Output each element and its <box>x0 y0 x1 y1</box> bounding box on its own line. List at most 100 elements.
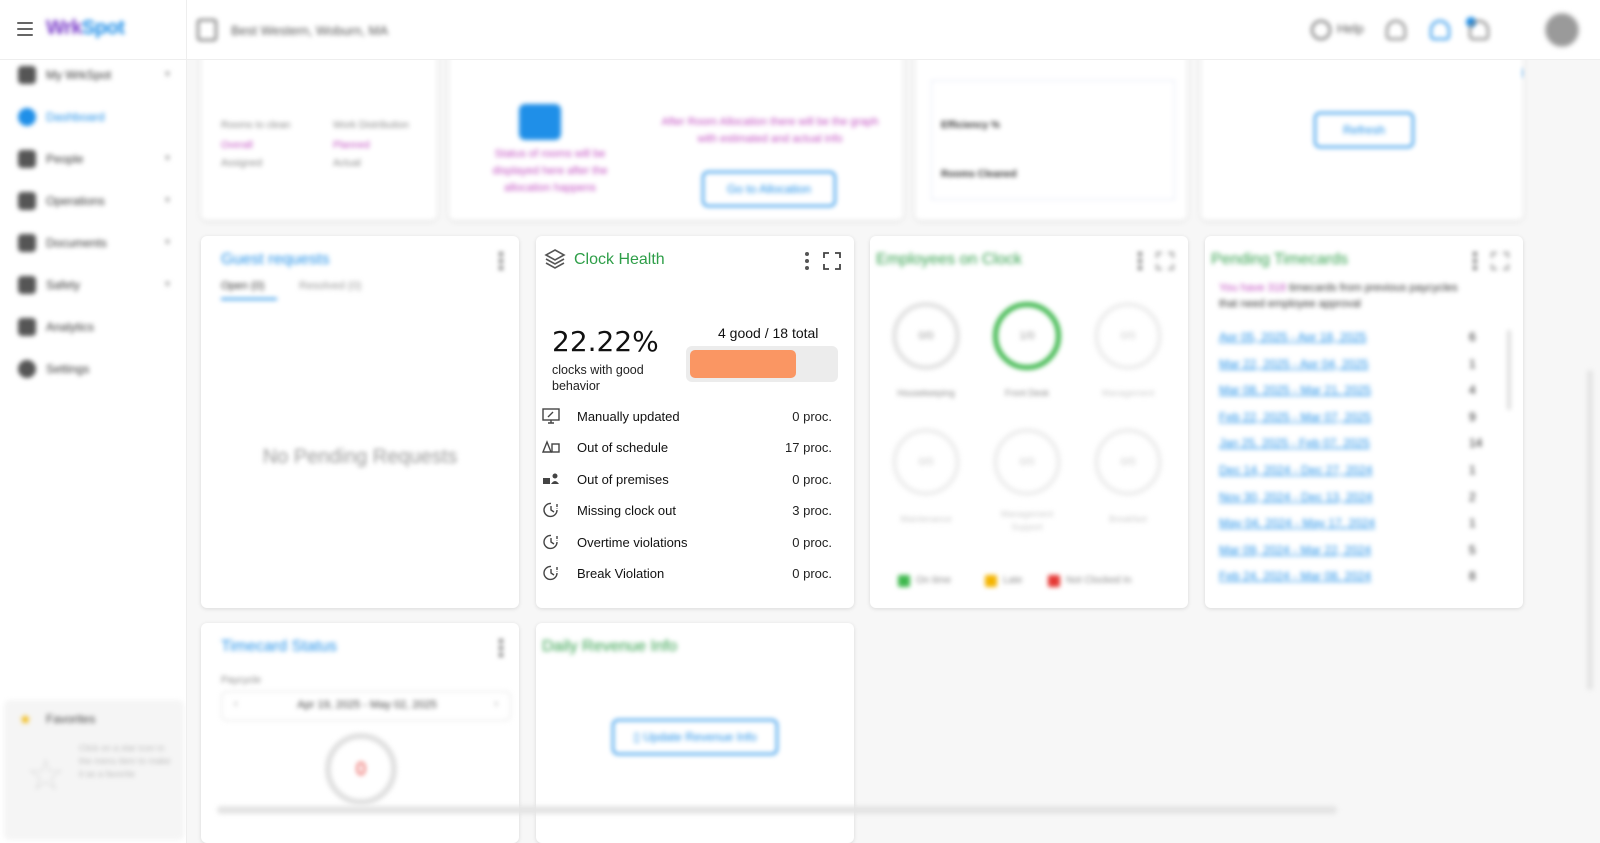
department-donut[interactable]: 0/0 <box>993 428 1061 496</box>
department-label: Maintenance <box>900 514 952 524</box>
sidebar-item-safety[interactable]: Safety ▾ <box>14 270 174 300</box>
star-icon: ★ <box>19 711 32 727</box>
overall-label: Overall <box>221 140 253 151</box>
rooms-card: Rooms to clean Overall Assigned Work Dis… <box>201 60 437 220</box>
metric-label: Manually updated <box>577 409 680 424</box>
metric-label: Missing clock out <box>577 503 676 518</box>
timecard-period-link[interactable]: Apr 05, 2025 - Apr 18, 2025 <box>1219 330 1366 344</box>
efficiency-card: Efficiency % Rooms Cleaned <box>915 60 1187 220</box>
paycycle-selector[interactable]: ‹ Apr 19, 2025 - May 02, 2025 › <box>221 691 511 721</box>
tab-open[interactable]: Open (0) <box>221 280 264 292</box>
metric-row[interactable]: Missing clock out 3 proc. <box>542 499 832 521</box>
department-donut[interactable]: 0/0 <box>1094 302 1162 370</box>
layers-icon <box>544 249 566 269</box>
menu-icon[interactable] <box>17 22 33 36</box>
sidebar-item-label: Documents <box>46 236 107 250</box>
sidebar-item-label: People <box>46 152 84 166</box>
divider <box>186 0 187 60</box>
dashboard-area: Rooms to clean Overall Assigned Work Dis… <box>187 60 1600 843</box>
expand-icon[interactable] <box>1156 252 1174 270</box>
document-icon: ▯ <box>633 730 644 744</box>
sidebar-item-dashboard[interactable]: Dashboard <box>14 102 174 132</box>
sidebar-item-settings[interactable]: Settings <box>14 354 174 384</box>
vertical-scrollbar[interactable] <box>1587 370 1593 690</box>
more-options-icon[interactable] <box>499 252 503 270</box>
help-link[interactable]: Help <box>1337 21 1364 36</box>
guest-requests-card: Guest requests Open (0) Resolved (0) No … <box>201 236 519 608</box>
department-label: Housekeeping <box>897 388 955 398</box>
room-status-hint: Status of rooms will be displayed here a… <box>492 148 608 194</box>
efficiency-label: Efficiency % <box>941 120 1000 131</box>
department-donut[interactable]: 1/0 <box>993 302 1061 370</box>
card-title: Daily Revenue Info <box>542 638 678 655</box>
announcements-icon[interactable] <box>1386 20 1406 40</box>
update-revenue-label: Update Revenue Info <box>643 730 757 744</box>
timecard-donut: 0 <box>325 733 397 805</box>
avatar[interactable] <box>1544 12 1580 48</box>
metric-row[interactable]: Manually updated 0 proc. <box>542 405 832 427</box>
sidebar-item-operations[interactable]: Operations ▾ <box>14 186 174 216</box>
rooms-cleaned-label: Rooms Cleaned <box>941 169 1017 180</box>
scrollbar[interactable] <box>1507 330 1511 410</box>
timecard-period-link[interactable]: Mar 08, 2025 - Mar 21, 2025 <box>1219 383 1371 397</box>
favorites-hint: Click on a star icon in the menu item to… <box>79 743 171 779</box>
app-logo[interactable]: WrkSpot <box>46 17 125 40</box>
progress-fill <box>690 350 796 378</box>
timecard-period-link[interactable]: Jan 25, 2025 - Feb 07, 2025 <box>1219 436 1370 450</box>
sidebar-item-people[interactable]: People ▾ <box>14 144 174 174</box>
location-label[interactable]: Best Western, Woburn, MA <box>231 23 388 38</box>
sidebar-item-label: Settings <box>46 362 90 376</box>
sidebar: My WrkSpot ▾ Dashboard People ▾ Operatio… <box>0 60 187 843</box>
refresh-button[interactable]: Refresh <box>1314 112 1414 148</box>
chevron-right-icon[interactable]: › <box>494 698 498 710</box>
expand-icon[interactable] <box>823 252 841 270</box>
metric-label: Overtime violations <box>577 535 688 550</box>
timecard-count: 8 <box>1469 569 1476 584</box>
department-donut[interactable]: 0/0 <box>892 302 960 370</box>
more-options-icon[interactable] <box>499 639 503 657</box>
good-total-count: 4 good / 18 total <box>718 325 819 341</box>
timecard-period-link[interactable]: Feb 24, 2024 - Mar 08, 2024 <box>1219 569 1371 583</box>
sidebar-item-my-wrkspot[interactable]: My WrkSpot ▾ <box>14 60 174 90</box>
bell-icon[interactable] <box>1469 20 1489 40</box>
timecard-period-link[interactable]: Mar 09, 2024 - Mar 22, 2024 <box>1219 543 1371 557</box>
sidebar-item-documents[interactable]: Documents ▾ <box>14 228 174 258</box>
update-revenue-button[interactable]: ▯ Update Revenue Info <box>612 719 778 755</box>
sidebar-item-analytics[interactable]: Analytics <box>14 312 174 342</box>
tab-resolved[interactable]: Resolved (0) <box>299 280 361 292</box>
rooms-illustration-icon <box>519 104 561 140</box>
timecard-period-link[interactable]: Feb 22, 2025 - Mar 07, 2025 <box>1219 410 1371 424</box>
timecard-period-link[interactable]: May 04, 2024 - May 17, 2024 <box>1219 516 1375 530</box>
card-title: Timecard Status <box>221 638 337 655</box>
safety-icon <box>18 276 36 294</box>
go-to-allocation-button[interactable]: Go to Allocation <box>702 171 836 207</box>
more-options-icon[interactable] <box>1138 252 1142 270</box>
allocation-hint: After Room Allocation there will be the … <box>661 116 879 145</box>
paycycle-label: Paycycle <box>221 675 262 686</box>
timecard-period-link[interactable]: Mar 22, 2025 - Apr 04, 2025 <box>1219 357 1368 371</box>
tasks-icon[interactable] <box>1430 20 1450 40</box>
legend-swatch <box>1048 575 1060 587</box>
timecard-period-link[interactable]: Dec 14, 2024 - Dec 27, 2024 <box>1219 463 1372 477</box>
metric-value: 0 proc. <box>792 409 832 424</box>
metric-row[interactable]: Out of schedule 17 proc. <box>542 436 832 458</box>
chevron-down-icon: ▾ <box>164 237 170 248</box>
metric-row[interactable]: Out of premises 0 proc. <box>542 468 832 490</box>
department-donut[interactable]: 0/0 <box>892 428 960 496</box>
clock-health-card: Clock Health 22.22% clocks with good beh… <box>536 236 854 608</box>
assigned-label: Assigned <box>221 158 263 169</box>
horizontal-scrollbar[interactable] <box>217 806 1337 814</box>
metric-value: 0 proc. <box>792 566 832 581</box>
metric-row[interactable]: Break Violation 0 proc. <box>542 562 832 584</box>
timecard-count: 2 <box>1469 489 1476 504</box>
metric-row[interactable]: Overtime violations 0 proc. <box>542 531 832 553</box>
help-icon[interactable] <box>1311 20 1331 40</box>
department-label: Front Desk <box>1004 388 1049 398</box>
good-behavior-caption: clocks with good behavior <box>552 363 644 393</box>
actual-label: Actual <box>333 158 361 169</box>
timecard-period-link[interactable]: Nov 30, 2024 - Dec 13, 2024 <box>1219 490 1372 504</box>
more-options-icon[interactable] <box>805 252 809 270</box>
department-donut[interactable]: 0/0 <box>1094 428 1162 496</box>
metric-label: Out of premises <box>577 472 669 487</box>
clock-alert-icon <box>543 534 558 550</box>
